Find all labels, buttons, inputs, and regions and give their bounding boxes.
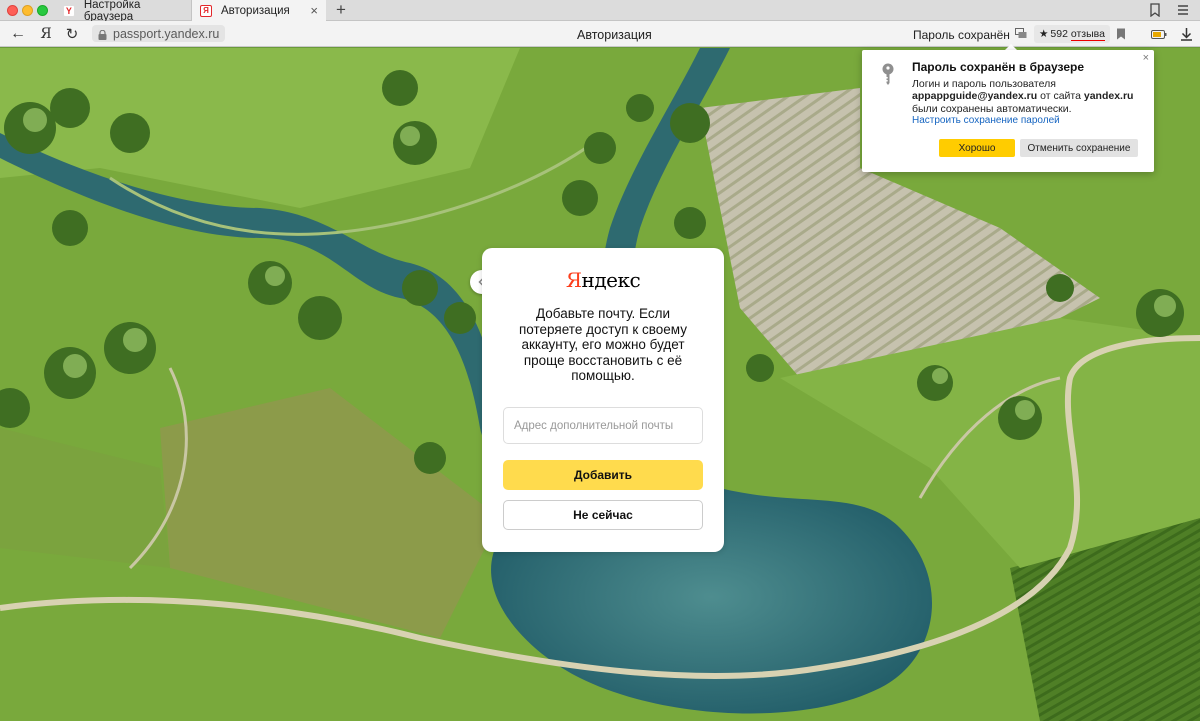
close-tab-icon[interactable]: × — [310, 3, 318, 18]
yandex-home-button[interactable]: Я — [37, 24, 55, 44]
add-button[interactable]: Добавить — [503, 460, 703, 490]
close-window-button[interactable] — [7, 5, 18, 16]
password-saved-label: Пароль сохранён — [913, 28, 1010, 42]
logo-first-letter: Я — [565, 268, 582, 292]
yandex-logo: Яндекс — [482, 268, 724, 292]
page-title: Авторизация — [577, 28, 652, 42]
key-icon — [880, 63, 896, 87]
minimize-window-button[interactable] — [22, 5, 33, 16]
reviews-label: отзыва — [1070, 27, 1105, 41]
tab-label: Авторизация — [221, 4, 290, 17]
star-icon: ★ — [1039, 28, 1049, 40]
reviews-count: 592 — [1050, 28, 1068, 40]
add-email-description: Добавьте почту. Если потеряете доступ к … — [519, 306, 687, 384]
reviews-badge[interactable]: ★ 592 отзыва — [1034, 25, 1110, 43]
password-saved-popup: × Пароль сохранён в браузере Логин и пар… — [862, 50, 1154, 172]
tab-browser-settings[interactable]: Y Настройка браузера — [55, 0, 192, 23]
popup-line-2: appappguide@yandex.ru от сайта yandex.ru — [912, 90, 1148, 102]
popup-title: Пароль сохранён в браузере — [912, 60, 1085, 74]
menu-icon[interactable] — [1176, 3, 1190, 17]
cancel-saving-button[interactable]: Отменить сохранение — [1020, 139, 1138, 157]
new-tab-button[interactable]: + — [332, 0, 350, 21]
password-manager-icon — [1014, 28, 1027, 42]
close-icon[interactable]: × — [1143, 52, 1149, 64]
yandex-ya-icon: Я — [200, 4, 212, 17]
maximize-window-button[interactable] — [37, 5, 48, 16]
password-saved-indicator[interactable]: Пароль сохранён — [913, 28, 1027, 42]
back-arrow-icon[interactable]: ← — [9, 24, 27, 44]
popup-site: yandex.ru — [1083, 90, 1134, 103]
reload-icon[interactable]: ↻ — [63, 24, 81, 44]
password-settings-link[interactable]: Настроить сохранение паролей — [912, 115, 1060, 126]
logo-rest: ндекс — [581, 268, 641, 292]
tab-strip: Y Настройка браузера Я Авторизация × + — [0, 0, 1200, 23]
ok-button[interactable]: Хорошо — [939, 139, 1015, 157]
download-icon[interactable] — [1177, 24, 1195, 44]
popup-message: Логин и пароль пользователя appappguide@… — [912, 78, 1148, 115]
bookmark-icon[interactable] — [1112, 24, 1130, 44]
popup-line-1: Логин и пароль пользователя — [912, 78, 1056, 90]
popup-from-site: от сайта — [1040, 90, 1081, 103]
url-text: passport.yandex.ru — [113, 26, 220, 41]
backup-email-input[interactable] — [503, 407, 703, 444]
tab-label: Настройка браузера — [83, 0, 141, 23]
tab-authorization[interactable]: Я Авторизация × — [192, 0, 326, 21]
not-now-button[interactable]: Не сейчас — [503, 500, 703, 530]
battery-icon[interactable] — [1150, 24, 1168, 44]
lock-icon — [98, 29, 107, 40]
url-field[interactable]: passport.yandex.ru — [92, 25, 226, 42]
yandex-browser-icon: Y — [63, 4, 75, 17]
bookmarks-panel-icon[interactable] — [1148, 3, 1162, 18]
popup-line-3: были сохранены автоматически. — [912, 102, 1072, 115]
address-toolbar: ← Я ↻ passport.yandex.ru Авторизация Пар… — [0, 21, 1200, 47]
popup-login: appappguide@yandex.ru — [912, 90, 1038, 103]
add-email-card: Яндекс Добавьте почту. Если потеряете до… — [482, 248, 724, 552]
